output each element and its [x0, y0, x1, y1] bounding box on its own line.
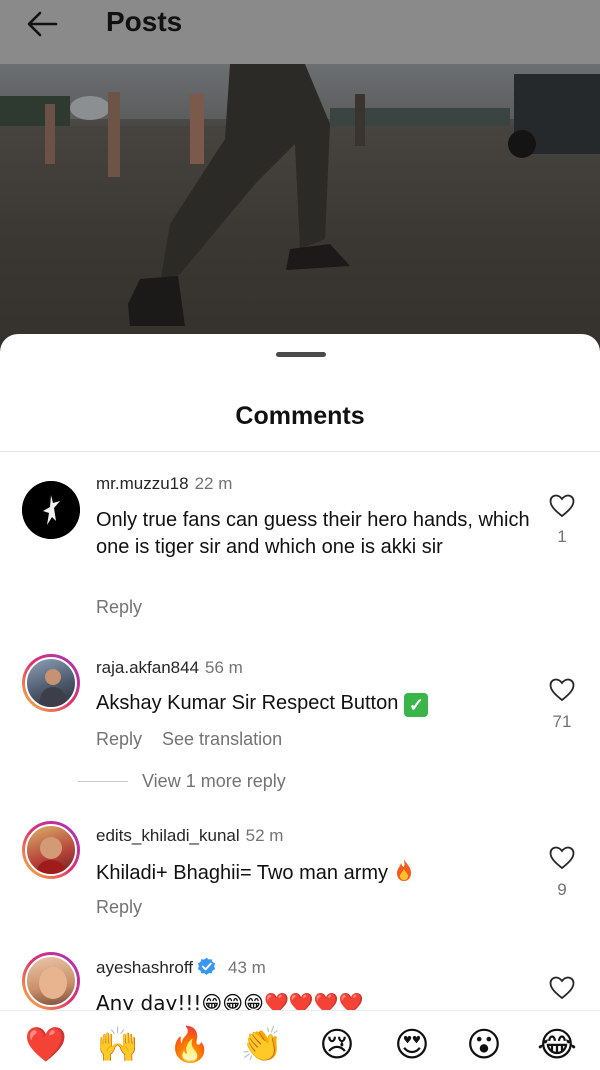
comment-item: ayeshashroff 43 m Any day!!!😁😁😁❤️❤️❤️❤️: [0, 334, 600, 1010]
clapping-hands-emoji-button[interactable]: 👏: [240, 1023, 284, 1067]
surprised-face-emoji-button[interactable]: 😮: [462, 1023, 506, 1067]
photo-figures: [45, 64, 600, 326]
fire-emoji-button[interactable]: 🔥: [168, 1023, 212, 1067]
page-title: Posts: [106, 6, 183, 37]
laughing-face-emoji-button[interactable]: 😂: [535, 1023, 579, 1067]
username[interactable]: ayeshashroff: [96, 958, 193, 977]
crying-face-emoji-button[interactable]: 😢: [315, 1023, 359, 1067]
avatar[interactable]: [22, 952, 80, 1010]
back-arrow-svg: [27, 11, 58, 37]
top-bar: Posts: [0, 0, 600, 64]
comments-sheet: Comments mr.muzzu18 22 m Only true fans c…: [0, 334, 600, 1070]
arrow-left-icon[interactable]: [18, 4, 66, 44]
heart-outline-icon[interactable]: [549, 976, 575, 1000]
comment-text: Any day!!!😁😁😁❤️❤️❤️❤️: [96, 991, 364, 1010]
emoji-reaction-bar: ❤️ 🙌 🔥 👏 😢 😍 😮 😂: [0, 1010, 600, 1070]
verified-badge-icon: [197, 957, 216, 975]
raising-hands-emoji-button[interactable]: 🙌: [96, 1023, 140, 1067]
heart-eyes-emoji-button[interactable]: 😍: [390, 1023, 434, 1067]
comment-meta: ayeshashroff 43 m: [96, 957, 266, 979]
comment-time: 43 m: [228, 958, 266, 977]
red-heart-emoji-button[interactable]: ❤️: [24, 1023, 68, 1067]
post-image: [0, 64, 600, 354]
person-avatar-icon: [39, 967, 67, 999]
